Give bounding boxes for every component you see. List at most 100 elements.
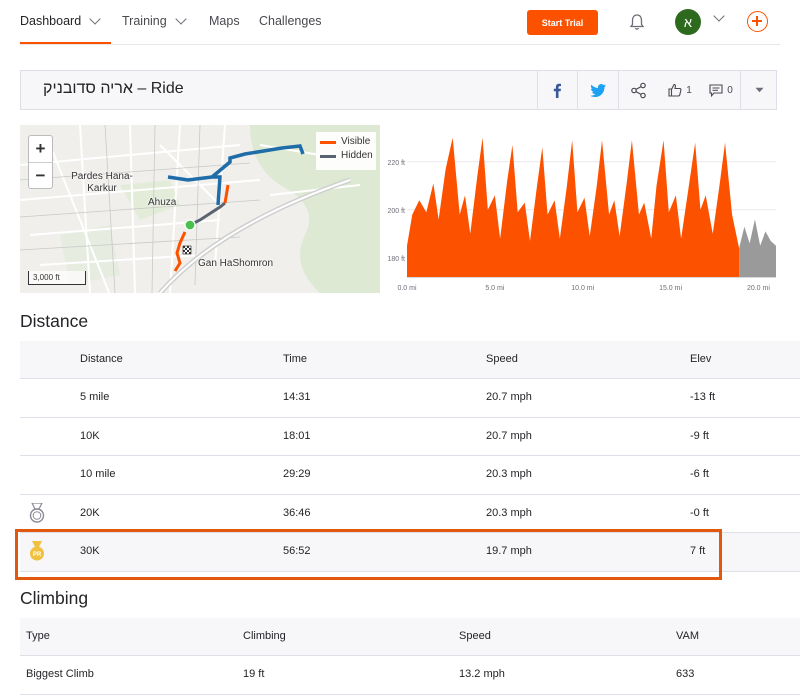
- x-tick-label: 15.0 mi: [659, 285, 682, 292]
- comment-count: 0: [727, 84, 733, 96]
- elevation-area-hidden: [739, 219, 776, 277]
- x-tick-label: 5.0 mi: [485, 285, 505, 292]
- row-type: Biggest Climb: [26, 668, 94, 680]
- nav-dashboard[interactable]: Dashboard: [20, 13, 101, 28]
- table-row[interactable]: Biggest Climb 19 ft 13.2 mph 633: [20, 656, 800, 695]
- kudos-button[interactable]: 1: [665, 71, 695, 109]
- distance-section-title: Distance: [20, 311, 89, 331]
- header-distance: Distance: [80, 353, 123, 365]
- avatar-initial: א: [683, 14, 693, 30]
- row-speed: 20.7 mph: [486, 391, 532, 403]
- row-vam: 633: [676, 668, 695, 680]
- twitter-icon: [590, 83, 606, 97]
- distance-table: Distance Time Speed Elev 5 mile 14:31 20…: [20, 341, 800, 572]
- header-speed: Speed: [459, 630, 491, 642]
- zoom-out-button[interactable]: −: [29, 162, 52, 188]
- legend-visible-label: Visible: [341, 136, 371, 147]
- row-elev: -0 ft: [690, 506, 709, 519]
- gold-pr-medal-icon: PR: [30, 541, 44, 561]
- chevron-down-icon[interactable]: [713, 10, 725, 22]
- legend-hidden-label: Hidden: [341, 150, 373, 161]
- activity-title: אריה סדובניק – Ride: [43, 80, 184, 97]
- table-row[interactable]: 5 mile 14:31 20.7 mph -13 ft: [20, 379, 800, 418]
- twitter-share-button[interactable]: [578, 71, 618, 109]
- chevron-down-icon: [89, 13, 101, 25]
- table-row-highlighted[interactable]: PR 30K 56:52 19.7 mph 7 ft: [20, 533, 800, 572]
- map-zoom-control: + −: [28, 135, 53, 189]
- start-trial-button[interactable]: Start Trial: [527, 10, 598, 35]
- facebook-share-button[interactable]: [538, 71, 576, 109]
- row-time: 36:46: [283, 506, 311, 519]
- map-scale-label: 3,000 ft: [33, 273, 60, 282]
- pr-medal-label: PR: [33, 552, 42, 558]
- legend-swatch-visible: [320, 140, 336, 144]
- header-time: Time: [283, 353, 308, 365]
- x-tick-label: 0.0 mi: [397, 285, 417, 292]
- header-climbing: Climbing: [243, 630, 286, 642]
- bell-icon[interactable]: [627, 12, 647, 32]
- table-header: Distance Time Speed Elev: [20, 341, 800, 379]
- header-vam: VAM: [676, 630, 700, 642]
- comment-icon: [709, 83, 723, 97]
- row-speed: 13.2 mph: [459, 668, 505, 680]
- nav-challenges-label: Challenges: [259, 14, 322, 28]
- table-row[interactable]: 20K 36:46 20.3 mph -0 ft: [20, 495, 800, 533]
- y-tick-label: 220 ft: [387, 160, 405, 167]
- share-icon: [630, 82, 646, 98]
- nav-training-label: Training: [122, 14, 167, 28]
- x-tick-label: 20.0 mi: [747, 285, 770, 292]
- header-type: Type: [26, 630, 50, 642]
- row-distance: 10 mile: [80, 468, 116, 480]
- table-row[interactable]: 10K 18:01 20.7 mph -9 ft: [20, 418, 800, 456]
- row-speed: 20.3 mph: [486, 506, 532, 519]
- row-distance: 10K: [80, 429, 100, 442]
- legend-swatch-hidden: [320, 154, 336, 158]
- table-header: Type Climbing Speed VAM: [20, 618, 800, 656]
- row-distance: 5 mile: [80, 391, 110, 403]
- table-row[interactable]: 10 mile 29:29 20.3 mph -6 ft: [20, 456, 800, 495]
- nav-maps-label: Maps: [209, 14, 240, 28]
- y-tick-label: 200 ft: [387, 208, 405, 215]
- y-tick-label: 180 ft: [387, 256, 405, 263]
- place-label-pardes-hana: Pardes Hana-Karkur: [71, 171, 133, 194]
- row-speed: 20.3 mph: [486, 468, 532, 480]
- row-distance: 30K: [80, 545, 100, 557]
- comments-button[interactable]: 0: [705, 71, 737, 109]
- facebook-icon: [553, 83, 561, 98]
- zoom-in-button[interactable]: +: [29, 136, 52, 162]
- map-scale-bar: 3,000 ft: [28, 271, 86, 285]
- row-distance: 20K: [80, 506, 100, 519]
- header-speed: Speed: [486, 353, 518, 365]
- legend-hidden: Hidden: [320, 149, 376, 163]
- nav-challenges[interactable]: Challenges: [259, 14, 322, 28]
- nav-divider: [20, 44, 780, 45]
- start-marker-icon: [184, 219, 196, 231]
- silver-medal-icon: [29, 502, 45, 523]
- elevation-chart[interactable]: 220 ft 200 ft 180 ft 0.0 mi 5.0 mi 10.0 mi 15…: [380, 125, 790, 295]
- thumbs-up-icon: [668, 83, 682, 97]
- legend-visible: Visible: [320, 135, 376, 149]
- top-nav: Dashboard Training Maps Challenges Start…: [0, 0, 800, 45]
- caret-down-icon: [755, 87, 763, 93]
- more-actions-button[interactable]: [741, 71, 777, 109]
- nav-training[interactable]: Training: [122, 13, 187, 28]
- row-time: 18:01: [283, 429, 311, 442]
- map-route-visible: [223, 184, 230, 204]
- add-plus-icon[interactable]: [747, 11, 768, 32]
- avatar[interactable]: א: [675, 9, 701, 35]
- row-elev: 7 ft: [690, 545, 706, 557]
- x-tick-label: 10.0 mi: [571, 285, 594, 292]
- chart-x-ticks: 0.0 mi 5.0 mi 10.0 mi 15.0 mi 20.0 mi: [397, 285, 770, 292]
- nav-maps[interactable]: Maps: [209, 14, 240, 28]
- route-map[interactable]: + − Visible Hidden Pardes Hana-Karkur Ah…: [20, 125, 380, 293]
- nav-dashboard-label: Dashboard: [20, 14, 82, 28]
- row-speed: 20.7 mph: [486, 429, 532, 442]
- row-climbing: 19 ft: [243, 668, 265, 680]
- activity-header: אריה סדובניק – Ride 1 0: [20, 70, 777, 110]
- share-button[interactable]: [619, 71, 657, 109]
- map-legend: Visible Hidden: [316, 132, 376, 170]
- row-time: 29:29: [283, 468, 311, 480]
- row-time: 56:52: [283, 545, 311, 557]
- header-elev: Elev: [690, 353, 712, 365]
- row-time: 14:31: [283, 391, 311, 403]
